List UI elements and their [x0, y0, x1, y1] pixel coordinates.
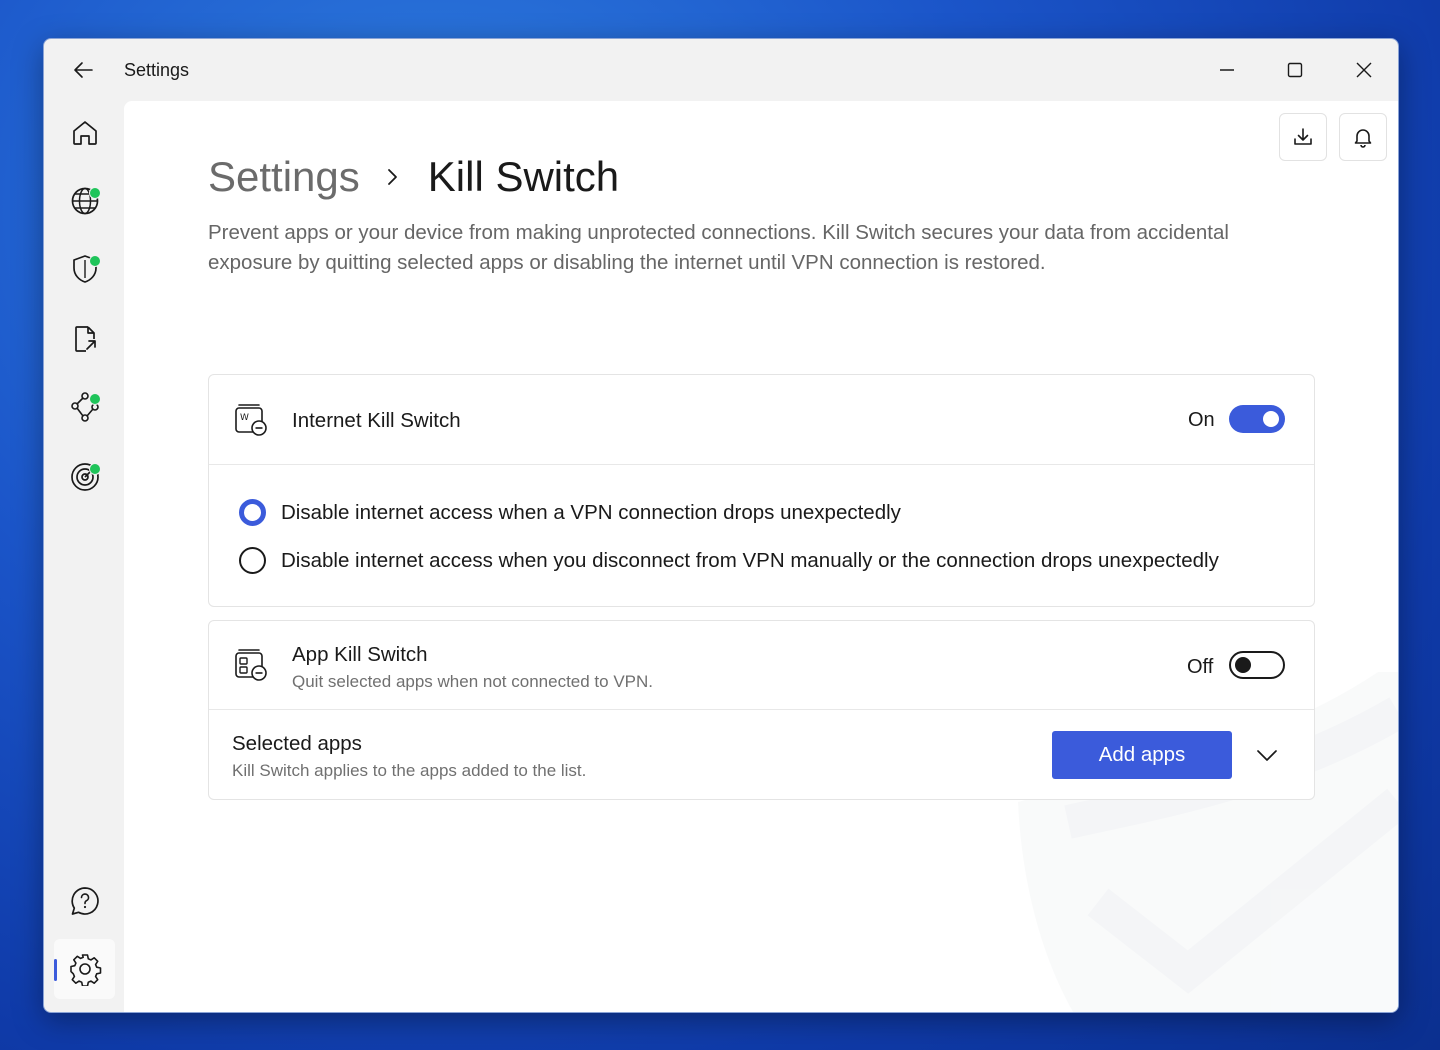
status-dot: [89, 255, 101, 267]
maximize-button[interactable]: [1272, 53, 1318, 87]
internet-kill-switch-row: W Internet Kill Switch On: [209, 375, 1314, 464]
sidebar-item-servers[interactable]: [54, 171, 115, 231]
maximize-icon: [1287, 62, 1303, 78]
app-kill-switch-icon: [235, 649, 267, 681]
app-kill-switch-row: App Kill Switch Quit selected apps when …: [209, 621, 1314, 709]
internet-kill-switch-icon: W: [235, 404, 267, 436]
option-disconnect-or-drops-label[interactable]: Disable internet access when you disconn…: [281, 549, 1219, 573]
sidebar: [44, 101, 124, 1012]
internet-kill-switch-state: On: [1188, 409, 1215, 431]
app-kill-switch-state: Off: [1187, 656, 1214, 678]
minimize-button[interactable]: [1204, 53, 1250, 87]
app-kill-switch-card: App Kill Switch Quit selected apps when …: [208, 620, 1315, 800]
chevron-down-icon: [1257, 750, 1277, 761]
internet-kill-switch-card: W Internet Kill Switch On Disable intern…: [208, 374, 1315, 607]
notifications-button[interactable]: [1339, 113, 1387, 161]
selected-apps-row: Selected apps Kill Switch applies to the…: [209, 710, 1314, 799]
internet-kill-switch-label: Internet Kill Switch: [292, 409, 461, 432]
back-button[interactable]: [68, 57, 100, 83]
title-bar: Settings: [44, 39, 1398, 101]
sidebar-item-file-sharing[interactable]: [54, 309, 115, 369]
app-kill-switch-label: App Kill Switch: [292, 643, 428, 666]
toggle-knob: [1235, 657, 1251, 673]
internet-kill-switch-options: Disable internet access when a VPN conne…: [209, 465, 1314, 606]
selected-apps-description: Kill Switch applies to the apps added to…: [232, 761, 587, 780]
page-description: Prevent apps or your device from making …: [208, 221, 1229, 274]
sidebar-item-home[interactable]: [54, 103, 115, 163]
close-icon: [1356, 62, 1372, 78]
download-icon: [1294, 128, 1312, 145]
status-dot: [89, 463, 101, 475]
close-button[interactable]: [1341, 53, 1387, 87]
arrow-left-icon: [74, 62, 93, 78]
sidebar-item-dark-web-monitor[interactable]: [54, 447, 115, 507]
sidebar-item-settings[interactable]: [54, 939, 115, 999]
internet-kill-switch-toggle[interactable]: [1229, 405, 1285, 433]
bell-icon: [1354, 129, 1372, 148]
selected-apps-label: Selected apps: [232, 732, 362, 755]
option-disconnect-or-drops-radio[interactable]: [239, 547, 266, 574]
file-share-icon: [74, 326, 96, 352]
minimize-icon: [1220, 69, 1234, 71]
sidebar-item-threat-protection[interactable]: [54, 239, 115, 299]
app-kill-switch-toggle[interactable]: [1229, 651, 1285, 679]
gear-icon: [69, 954, 101, 986]
expand-selected-apps-button[interactable]: [1250, 738, 1284, 772]
toggle-knob: [1263, 411, 1279, 427]
window-title: Settings: [124, 60, 190, 80]
download-button[interactable]: [1279, 113, 1327, 161]
chevron-right-icon: [386, 166, 400, 188]
help-icon: [70, 887, 99, 915]
sidebar-item-meshnet[interactable]: [54, 377, 115, 437]
status-dot: [89, 393, 101, 405]
active-indicator: [54, 959, 57, 981]
status-dot: [89, 187, 101, 199]
app-window: Settings Settings Kill Switch Prevent ap…: [43, 38, 1399, 1013]
home-icon: [72, 121, 97, 145]
add-apps-button[interactable]: Add apps: [1052, 731, 1232, 779]
page-title: Kill Switch: [427, 153, 620, 200]
option-vpn-drops-radio[interactable]: [239, 499, 266, 526]
sidebar-item-help[interactable]: [54, 871, 115, 931]
breadcrumb: Settings Kill Switch: [208, 153, 619, 201]
app-kill-switch-description: Quit selected apps when not connected to…: [292, 672, 654, 691]
breadcrumb-settings-link[interactable]: Settings: [208, 153, 360, 201]
option-vpn-drops-label[interactable]: Disable internet access when a VPN conne…: [281, 501, 901, 525]
svg-text:W: W: [240, 413, 249, 423]
main-content: Settings Kill Switch Prevent apps or you…: [124, 101, 1398, 1012]
